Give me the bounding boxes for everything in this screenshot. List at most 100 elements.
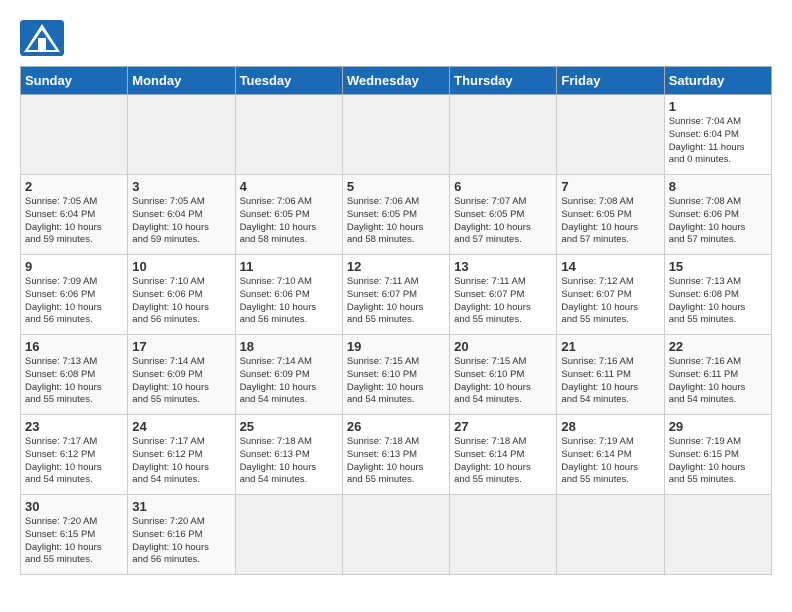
calendar-week-row: 1 Sunrise: 7:04 AM Sunset: 6:04 PM Daylig… <box>21 95 772 175</box>
table-row <box>450 495 557 575</box>
table-row: 29Sunrise: 7:19 AM Sunset: 6:15 PM Dayli… <box>664 415 771 495</box>
table-row: 31 Sunrise: 7:20 AM Sunset: 6:16 PM Dayli… <box>128 495 235 575</box>
day-info: Sunrise: 7:15 AM Sunset: 6:10 PM Dayligh… <box>347 356 445 407</box>
day-number: 3 <box>132 179 230 194</box>
day-info: Sunrise: 7:15 AM Sunset: 6:10 PM Dayligh… <box>454 356 552 407</box>
logo <box>20 20 72 56</box>
day-number: 17 <box>132 339 230 354</box>
day-number: 9 <box>25 259 123 274</box>
table-row: 9 Sunrise: 7:09 AM Sunset: 6:06 PM Daylig… <box>21 255 128 335</box>
header-wednesday: Wednesday <box>342 67 449 95</box>
table-row: 24 Sunrise: 7:17 AM Sunset: 6:12 PM Dayli… <box>128 415 235 495</box>
table-row: 18Sunrise: 7:14 AM Sunset: 6:09 PM Dayli… <box>235 335 342 415</box>
table-row: 23 Sunrise: 7:17 AM Sunset: 6:12 PM Dayli… <box>21 415 128 495</box>
day-number: 16 <box>25 339 123 354</box>
header-sunday: Sunday <box>21 67 128 95</box>
day-number: 11 <box>240 259 338 274</box>
day-number: 29 <box>669 419 767 434</box>
table-row: 22 Sunrise: 7:16 AM Sunset: 6:11 PM Dayli… <box>664 335 771 415</box>
day-number: 20 <box>454 339 552 354</box>
table-row: 14 Sunrise: 7:12 AM Sunset: 6:07 PM Dayli… <box>557 255 664 335</box>
calendar-header-row: SundayMondayTuesdayWednesdayThursdayFrid… <box>21 67 772 95</box>
day-info: Sunrise: 7:20 AM Sunset: 6:16 PM Dayligh… <box>132 516 230 567</box>
table-row: 4Sunrise: 7:06 AM Sunset: 6:05 PM Daylig… <box>235 175 342 255</box>
day-info: Sunrise: 7:11 AM Sunset: 6:07 PM Dayligh… <box>454 276 552 327</box>
day-number: 22 <box>669 339 767 354</box>
header-tuesday: Tuesday <box>235 67 342 95</box>
table-row <box>557 95 664 175</box>
day-info: Sunrise: 7:13 AM Sunset: 6:08 PM Dayligh… <box>25 356 123 407</box>
day-info: Sunrise: 7:16 AM Sunset: 6:11 PM Dayligh… <box>669 356 767 407</box>
day-number: 30 <box>25 499 123 514</box>
day-info: Sunrise: 7:07 AM Sunset: 6:05 PM Dayligh… <box>454 196 552 247</box>
header-monday: Monday <box>128 67 235 95</box>
table-row: 5Sunrise: 7:06 AM Sunset: 6:05 PM Daylig… <box>342 175 449 255</box>
table-row: 25Sunrise: 7:18 AM Sunset: 6:13 PM Dayli… <box>235 415 342 495</box>
day-info: Sunrise: 7:12 AM Sunset: 6:07 PM Dayligh… <box>561 276 659 327</box>
day-info: Sunrise: 7:14 AM Sunset: 6:09 PM Dayligh… <box>132 356 230 407</box>
day-number: 2 <box>25 179 123 194</box>
table-row: 20 Sunrise: 7:15 AM Sunset: 6:10 PM Dayli… <box>450 335 557 415</box>
day-number: 12 <box>347 259 445 274</box>
table-row: 19 Sunrise: 7:15 AM Sunset: 6:10 PM Dayli… <box>342 335 449 415</box>
table-row <box>557 495 664 575</box>
day-number: 27 <box>454 419 552 434</box>
table-row <box>235 495 342 575</box>
table-row: 13 Sunrise: 7:11 AM Sunset: 6:07 PM Dayli… <box>450 255 557 335</box>
table-row: 21 Sunrise: 7:16 AM Sunset: 6:11 PM Dayli… <box>557 335 664 415</box>
day-info: Sunrise: 7:13 AM Sunset: 6:08 PM Dayligh… <box>669 276 767 327</box>
day-number: 1 <box>669 99 767 114</box>
table-row <box>21 95 128 175</box>
header-friday: Friday <box>557 67 664 95</box>
day-info: Sunrise: 7:16 AM Sunset: 6:11 PM Dayligh… <box>561 356 659 407</box>
day-info: Sunrise: 7:18 AM Sunset: 6:13 PM Dayligh… <box>347 436 445 487</box>
day-info: Sunrise: 7:18 AM Sunset: 6:14 PM Dayligh… <box>454 436 552 487</box>
calendar-week-row: 9 Sunrise: 7:09 AM Sunset: 6:06 PM Daylig… <box>21 255 772 335</box>
table-row: 27 Sunrise: 7:18 AM Sunset: 6:14 PM Dayli… <box>450 415 557 495</box>
day-info: Sunrise: 7:18 AM Sunset: 6:13 PM Dayligh… <box>240 436 338 487</box>
table-row: 1 Sunrise: 7:04 AM Sunset: 6:04 PM Daylig… <box>664 95 771 175</box>
table-row: 12 Sunrise: 7:11 AM Sunset: 6:07 PM Dayli… <box>342 255 449 335</box>
day-info: Sunrise: 7:17 AM Sunset: 6:12 PM Dayligh… <box>25 436 123 487</box>
table-row: 8Sunrise: 7:08 AM Sunset: 6:06 PM Daylig… <box>664 175 771 255</box>
calendar-week-row: 30Sunrise: 7:20 AM Sunset: 6:15 PM Dayli… <box>21 495 772 575</box>
day-number: 31 <box>132 499 230 514</box>
page-header <box>20 20 772 56</box>
day-number: 23 <box>25 419 123 434</box>
day-number: 28 <box>561 419 659 434</box>
table-row <box>235 95 342 175</box>
table-row: 7Sunrise: 7:08 AM Sunset: 6:05 PM Daylig… <box>557 175 664 255</box>
calendar-week-row: 23 Sunrise: 7:17 AM Sunset: 6:12 PM Dayli… <box>21 415 772 495</box>
logo-icon <box>20 20 64 56</box>
table-row: 17 Sunrise: 7:14 AM Sunset: 6:09 PM Dayli… <box>128 335 235 415</box>
header-saturday: Saturday <box>664 67 771 95</box>
day-number: 15 <box>669 259 767 274</box>
day-number: 14 <box>561 259 659 274</box>
day-number: 18 <box>240 339 338 354</box>
day-number: 21 <box>561 339 659 354</box>
table-row <box>450 95 557 175</box>
day-info: Sunrise: 7:19 AM Sunset: 6:14 PM Dayligh… <box>561 436 659 487</box>
day-number: 19 <box>347 339 445 354</box>
table-row: 30Sunrise: 7:20 AM Sunset: 6:15 PM Dayli… <box>21 495 128 575</box>
table-row <box>342 95 449 175</box>
day-number: 24 <box>132 419 230 434</box>
day-number: 26 <box>347 419 445 434</box>
day-info: Sunrise: 7:11 AM Sunset: 6:07 PM Dayligh… <box>347 276 445 327</box>
day-number: 13 <box>454 259 552 274</box>
table-row: 26 Sunrise: 7:18 AM Sunset: 6:13 PM Dayli… <box>342 415 449 495</box>
table-row: 11 Sunrise: 7:10 AM Sunset: 6:06 PM Dayli… <box>235 255 342 335</box>
day-info: Sunrise: 7:10 AM Sunset: 6:06 PM Dayligh… <box>240 276 338 327</box>
table-row: 16 Sunrise: 7:13 AM Sunset: 6:08 PM Dayli… <box>21 335 128 415</box>
header-thursday: Thursday <box>450 67 557 95</box>
day-info: Sunrise: 7:17 AM Sunset: 6:12 PM Dayligh… <box>132 436 230 487</box>
day-info: Sunrise: 7:08 AM Sunset: 6:06 PM Dayligh… <box>669 196 767 247</box>
day-number: 6 <box>454 179 552 194</box>
day-info: Sunrise: 7:06 AM Sunset: 6:05 PM Dayligh… <box>240 196 338 247</box>
day-info: Sunrise: 7:04 AM Sunset: 6:04 PM Dayligh… <box>669 116 767 167</box>
day-info: Sunrise: 7:09 AM Sunset: 6:06 PM Dayligh… <box>25 276 123 327</box>
table-row <box>664 495 771 575</box>
table-row: 28 Sunrise: 7:19 AM Sunset: 6:14 PM Dayli… <box>557 415 664 495</box>
day-info: Sunrise: 7:10 AM Sunset: 6:06 PM Dayligh… <box>132 276 230 327</box>
day-number: 5 <box>347 179 445 194</box>
